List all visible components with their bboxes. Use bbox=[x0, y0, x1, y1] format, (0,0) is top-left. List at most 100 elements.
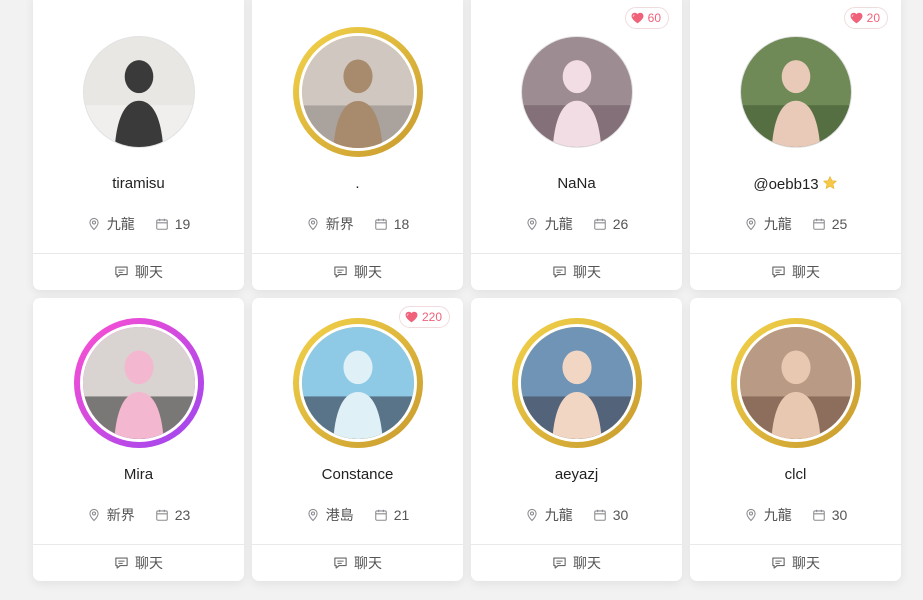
location-text: 新界 bbox=[106, 507, 135, 523]
avatar-photo bbox=[739, 327, 852, 439]
likes-count: 20 bbox=[866, 11, 880, 25]
avatar-ring[interactable] bbox=[739, 36, 852, 148]
likes-badge: 20 bbox=[843, 7, 888, 29]
profile-meta: 九龍 19 bbox=[33, 214, 244, 234]
location: 港島 bbox=[306, 505, 354, 525]
age-text: 23 bbox=[174, 507, 191, 523]
profile-meta: 新界 18 bbox=[252, 214, 463, 234]
avatar[interactable] bbox=[79, 324, 198, 442]
heart-icon bbox=[850, 12, 863, 24]
profile-meta: 新界 23 bbox=[33, 505, 244, 525]
profile-name: NaNa bbox=[471, 175, 682, 192]
profile-card[interactable]: tiramisu 九龍 19 聊天 bbox=[33, 0, 244, 290]
location-text: 九龍 bbox=[763, 507, 792, 523]
location: 九龍 bbox=[87, 214, 135, 234]
profile-card[interactable]: clcl 九龍 30 聊天 bbox=[690, 298, 901, 581]
chat-button[interactable]: 聊天 bbox=[252, 545, 463, 581]
star-badge-icon bbox=[822, 175, 837, 190]
likes-count: 220 bbox=[421, 310, 442, 324]
profile-name-text: Mira bbox=[123, 466, 154, 483]
location-text: 新界 bbox=[325, 216, 354, 232]
avatar-photo bbox=[520, 327, 633, 439]
location-text: 九龍 bbox=[106, 216, 135, 232]
chat-button[interactable]: 聊天 bbox=[690, 545, 901, 581]
location-text: 九龍 bbox=[544, 216, 573, 232]
profile-grid: tiramisu 九龍 19 聊天 . 新界 18 聊天 60 NaNa 九龍 … bbox=[33, 0, 901, 581]
avatar-ring[interactable] bbox=[511, 318, 642, 448]
avatar-photo bbox=[521, 37, 632, 147]
profile-name-text: . bbox=[355, 175, 360, 192]
chat-label: 聊天 bbox=[792, 264, 820, 280]
chat-button[interactable]: 聊天 bbox=[252, 254, 463, 290]
location-pin-icon bbox=[308, 217, 318, 231]
profile-name: Constance bbox=[252, 466, 463, 483]
age: 18 bbox=[374, 214, 409, 234]
chat-button[interactable]: 聊天 bbox=[471, 545, 682, 581]
calendar-icon bbox=[593, 509, 606, 521]
age: 25 bbox=[812, 214, 847, 234]
profile-name: aeyazj bbox=[471, 466, 682, 483]
profile-meta: 港島 21 bbox=[252, 505, 463, 525]
avatar-ring[interactable] bbox=[292, 27, 423, 157]
profile-card[interactable]: 20 @oebb13 九龍 25 聊天 bbox=[690, 0, 901, 290]
avatar-ring[interactable] bbox=[73, 318, 204, 448]
location-pin-icon bbox=[527, 508, 537, 522]
age: 21 bbox=[374, 505, 409, 525]
profile-card[interactable]: 60 NaNa 九龍 26 聊天 bbox=[471, 0, 682, 290]
chat-button[interactable]: 聊天 bbox=[33, 545, 244, 581]
location-text: 港島 bbox=[325, 507, 354, 523]
age: 26 bbox=[593, 214, 629, 234]
avatar-ring[interactable] bbox=[520, 36, 633, 148]
avatar-ring[interactable] bbox=[292, 318, 423, 448]
profile-card[interactable]: 220 Constance 港島 21 聊天 bbox=[252, 298, 463, 581]
calendar-icon bbox=[374, 509, 387, 521]
age-text: 26 bbox=[612, 216, 629, 232]
location-pin-icon bbox=[89, 217, 99, 231]
calendar-icon bbox=[593, 218, 606, 230]
age: 30 bbox=[593, 505, 628, 525]
age: 30 bbox=[812, 505, 847, 525]
profile-meta: 九龍 25 bbox=[690, 214, 901, 234]
avatar[interactable] bbox=[517, 324, 636, 442]
avatar-photo bbox=[740, 37, 851, 147]
avatar[interactable] bbox=[740, 37, 851, 147]
profile-meta: 九龍 26 bbox=[471, 214, 682, 234]
chat-bubble-icon bbox=[553, 266, 566, 278]
likes-badge: 220 bbox=[398, 306, 450, 328]
calendar-icon bbox=[155, 218, 168, 230]
chat-button[interactable]: 聊天 bbox=[33, 254, 244, 290]
chat-bubble-icon bbox=[772, 557, 785, 569]
chat-button[interactable]: 聊天 bbox=[690, 254, 901, 290]
profile-name: clcl bbox=[690, 466, 901, 483]
profile-meta: 九龍 30 bbox=[690, 505, 901, 525]
profile-card[interactable]: . 新界 18 聊天 bbox=[252, 0, 463, 290]
chat-label: 聊天 bbox=[354, 555, 382, 571]
profile-name-text: NaNa bbox=[557, 175, 596, 192]
calendar-icon bbox=[812, 218, 825, 230]
avatar[interactable] bbox=[83, 37, 194, 147]
avatar-ring[interactable] bbox=[82, 36, 195, 148]
profile-card[interactable]: Mira 新界 23 聊天 bbox=[33, 298, 244, 581]
location-text: 九龍 bbox=[544, 507, 573, 523]
avatar[interactable] bbox=[736, 324, 855, 442]
avatar-photo bbox=[301, 36, 414, 148]
location-pin-icon bbox=[527, 217, 537, 231]
chat-button[interactable]: 聊天 bbox=[471, 254, 682, 290]
profile-card[interactable]: aeyazj 九龍 30 聊天 bbox=[471, 298, 682, 581]
avatar[interactable] bbox=[298, 33, 417, 151]
profile-name: @oebb13 bbox=[690, 175, 901, 193]
age-text: 19 bbox=[174, 216, 191, 232]
avatar[interactable] bbox=[521, 37, 632, 147]
chat-label: 聊天 bbox=[135, 555, 163, 571]
calendar-icon bbox=[374, 218, 387, 230]
chat-bubble-icon bbox=[553, 557, 566, 569]
avatar-ring[interactable] bbox=[730, 318, 861, 448]
profile-name: . bbox=[252, 175, 463, 192]
avatar[interactable] bbox=[298, 324, 417, 442]
avatar-photo bbox=[83, 37, 194, 147]
profile-name: tiramisu bbox=[33, 175, 244, 192]
location-text: 九龍 bbox=[763, 216, 792, 232]
chat-label: 聊天 bbox=[354, 264, 382, 280]
location-pin-icon bbox=[746, 508, 756, 522]
profile-name-text: clcl bbox=[784, 466, 807, 483]
